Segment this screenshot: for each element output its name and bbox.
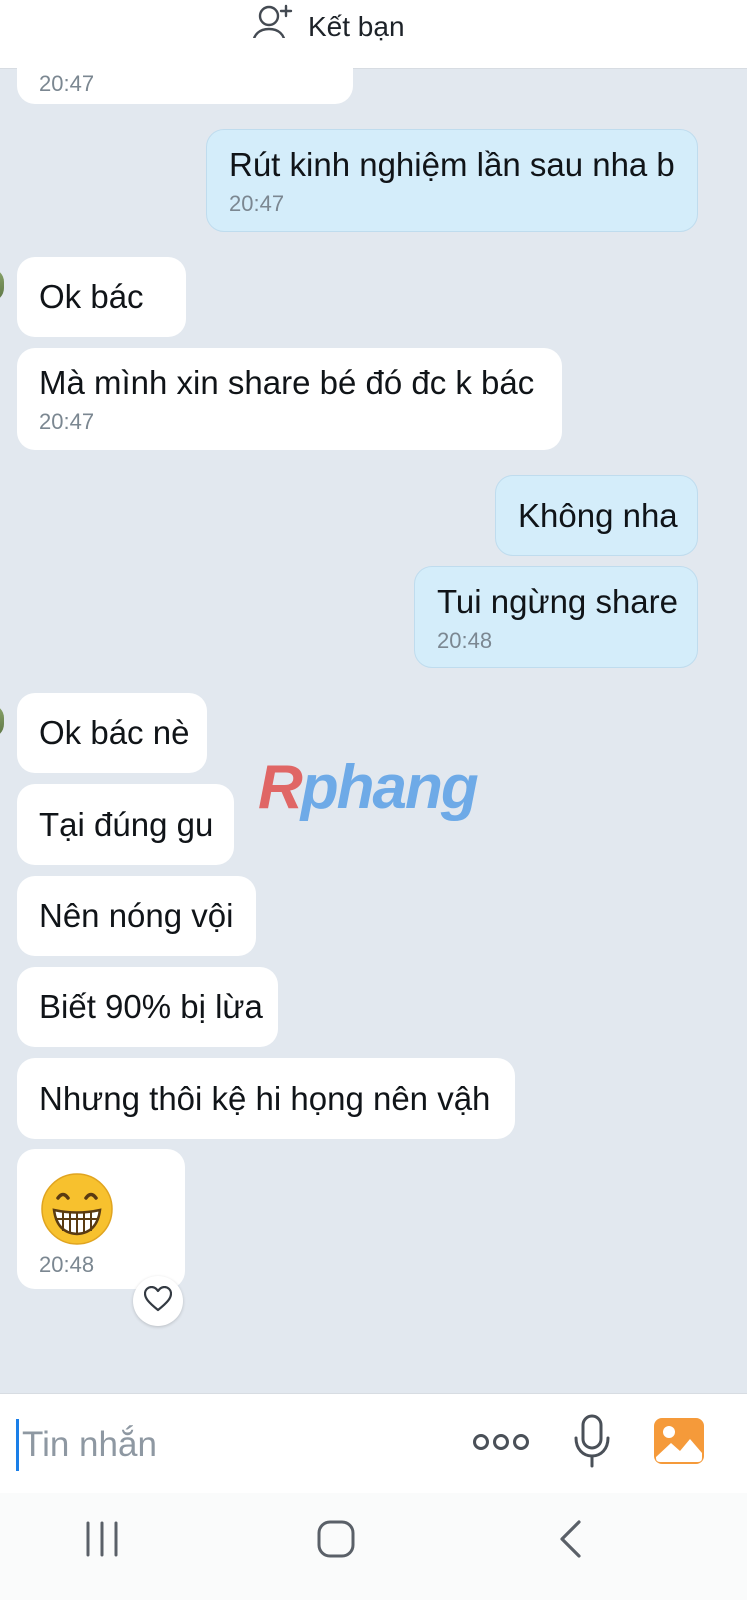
more-dots-icon <box>472 1432 530 1457</box>
message-text: Nhưng thôi kệ hi họng nên vậh <box>39 1079 491 1117</box>
back-button[interactable] <box>540 1515 600 1567</box>
message-text: Rút kinh nghiệm lần sau nha b <box>229 146 675 183</box>
message-list[interactable]: 20:47 Rút kinh nghiệm lần sau nha b 20:4… <box>0 38 747 1393</box>
message-outgoing[interactable]: Rút kinh nghiệm lần sau nha b 20:47 <box>206 129 698 232</box>
message-incoming[interactable]: 20:47 <box>17 38 353 104</box>
message-text: Không nha <box>518 496 678 534</box>
message-text: Mà mình xin share bé đó đc k bác <box>39 364 535 401</box>
react-button[interactable] <box>133 1276 183 1326</box>
image-icon <box>653 1417 705 1470</box>
message-text: Ok bác <box>39 278 144 315</box>
watermark-text: phang <box>300 753 479 822</box>
message-time: 20:47 <box>229 191 285 216</box>
message-incoming[interactable]: 20:48 <box>17 1149 185 1289</box>
more-button[interactable] <box>472 1424 530 1464</box>
message-time: 20:48 <box>437 628 493 653</box>
text-cursor <box>16 1419 19 1471</box>
message-time: 20:48 <box>39 1252 95 1277</box>
message-outgoing[interactable]: Tui ngừng share 20:48 <box>414 566 698 668</box>
voice-button[interactable] <box>570 1412 614 1474</box>
watermark-text-r: R <box>258 753 303 822</box>
home-button[interactable] <box>306 1515 366 1567</box>
recent-apps-icon <box>82 1521 122 1562</box>
watermark: Rphang <box>258 752 479 823</box>
heart-icon <box>143 1285 173 1317</box>
message-incoming[interactable]: Ok bác nè <box>17 693 207 773</box>
recent-apps-button[interactable] <box>72 1515 132 1567</box>
back-icon <box>557 1519 583 1564</box>
message-incoming[interactable]: Nhưng thôi kệ hi họng nên vậh <box>17 1058 515 1139</box>
message-outgoing[interactable]: Không nha <box>495 475 698 556</box>
message-incoming[interactable]: Mà mình xin share bé đó đc k bác 20:47 <box>17 348 562 450</box>
sender-avatar[interactable] <box>0 704 4 738</box>
message-text: Tui ngừng share <box>437 583 679 620</box>
sender-avatar[interactable] <box>0 268 4 302</box>
message-incoming[interactable]: Biết 90% bị lừa <box>17 967 278 1047</box>
home-icon <box>317 1520 355 1563</box>
message-incoming[interactable]: Nên nóng vội <box>17 876 256 956</box>
message-text: Biết 90% bị lừa <box>39 988 263 1025</box>
system-nav-bar <box>0 1493 747 1600</box>
message-text: Ok bác nè <box>39 714 190 751</box>
gallery-button[interactable] <box>652 1417 706 1470</box>
message-incoming[interactable]: Tại đúng gu <box>17 784 234 865</box>
message-text: Nên nóng vội <box>39 897 234 934</box>
message-time: 20:47 <box>39 71 95 96</box>
message-input[interactable] <box>20 1416 454 1474</box>
message-incoming[interactable]: Ok bác <box>17 257 186 337</box>
message-composer <box>0 1393 747 1494</box>
grinning-face-emoji <box>39 1171 163 1249</box>
message-text: Tại đúng gu <box>39 805 214 843</box>
microphone-icon <box>574 1414 610 1473</box>
message-time: 20:47 <box>39 409 95 434</box>
